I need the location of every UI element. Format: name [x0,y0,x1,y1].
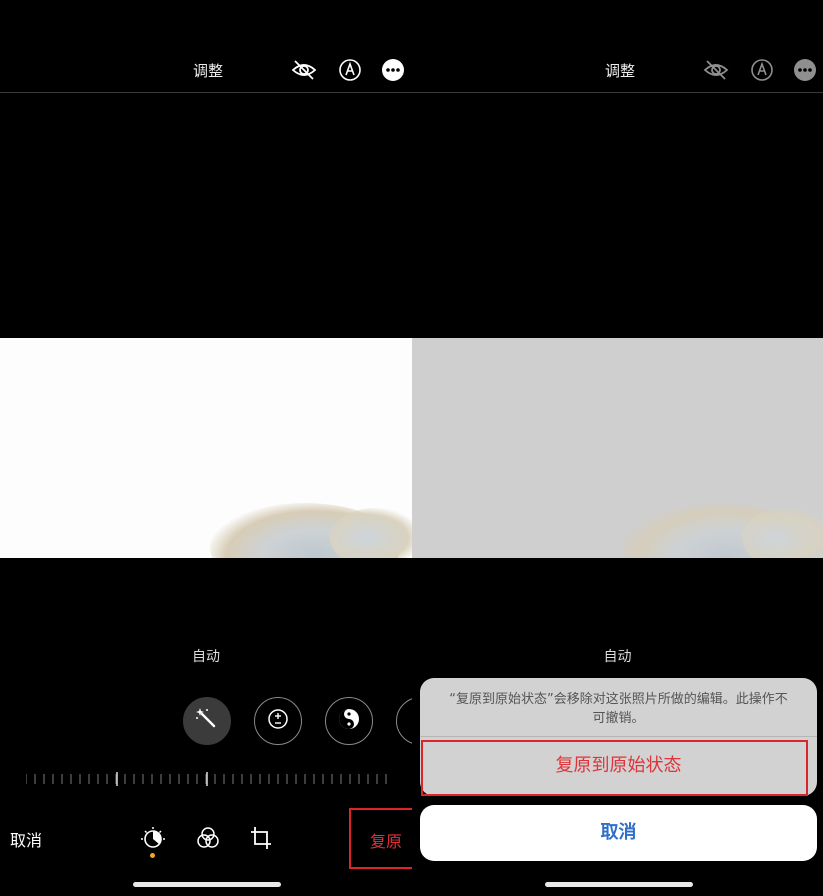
revert-action-highlight-box [421,740,808,796]
yin-yang-icon [337,707,361,735]
header-title: 调整 [605,62,636,80]
crop-rotate-icon [249,827,273,855]
action-sheet-message: “复原到原始状态”会移除对这张照片所做的编辑。此操作不可撤销。 [449,692,788,726]
ellipsis-circle-icon[interactable] [381,58,405,82]
left-screen: 调整 自动 取消 复原 [0,0,412,896]
adjustment-label: 自动 [603,649,632,665]
pen-tip-icon[interactable] [338,58,362,82]
adjustment-slider[interactable] [26,772,388,786]
action-sheet-divider [420,736,817,737]
next-tool-button[interactable] [396,697,412,745]
tab-filters[interactable] [196,826,220,854]
ellipsis-circle-icon[interactable] [793,58,817,82]
photo-preview [0,338,412,558]
plus-minus-icon [266,707,290,735]
eye-slash-icon[interactable] [291,58,317,82]
photo-preview [412,338,823,558]
home-indicator [133,882,281,887]
auto-enhance-button[interactable] [183,697,231,745]
revert-highlight-box [349,808,412,869]
header-title: 调整 [193,62,224,80]
exposure-button[interactable] [254,697,302,745]
header-divider [0,92,412,93]
eye-slash-icon[interactable] [703,58,729,82]
magic-wand-icon [194,706,220,736]
active-tab-dot [150,853,155,858]
tab-crop[interactable] [249,825,273,855]
header-divider [412,92,823,93]
tab-adjust[interactable] [140,826,166,856]
pen-tip-icon[interactable] [750,58,774,82]
home-indicator [545,882,693,887]
brilliance-button[interactable] [325,697,373,745]
filters-icon [196,827,220,854]
action-sheet-cancel-button[interactable]: 取消 [420,805,817,861]
cancel-button[interactable]: 取消 [10,827,42,851]
adjustment-label: 自动 [192,649,220,665]
